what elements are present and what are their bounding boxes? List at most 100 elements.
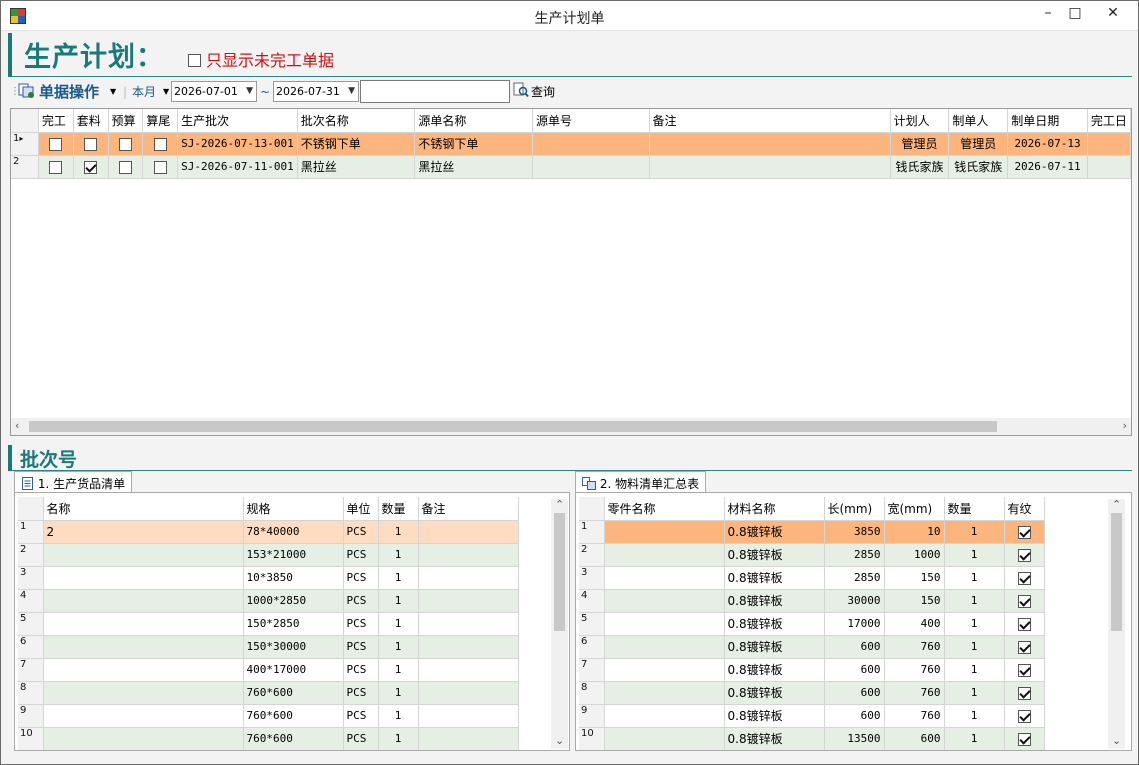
part-name-cell[interactable] [604, 727, 725, 750]
grain-cell[interactable] [1004, 658, 1045, 682]
width-cell[interactable]: 1000 [884, 543, 945, 567]
chevron-down-icon[interactable]: ▼ [348, 82, 355, 101]
part-name-cell[interactable] [604, 612, 725, 636]
unit-cell[interactable]: PCS [343, 681, 379, 705]
col-tail[interactable]: 算尾 [142, 109, 179, 133]
unit-cell[interactable]: PCS [343, 658, 379, 682]
remark-cell[interactable] [418, 635, 519, 659]
part-name-cell[interactable] [604, 681, 725, 705]
unit-cell[interactable]: PCS [343, 612, 379, 636]
table-row[interactable]: 7 400*17000 PCS 1 [18, 658, 519, 682]
col-width[interactable]: 宽(mm) [884, 497, 945, 521]
nest-cell[interactable] [73, 155, 109, 179]
grain-checkbox[interactable] [1017, 525, 1031, 539]
scroll-down-icon[interactable]: ⌄ [555, 734, 564, 747]
qty-cell[interactable]: 1 [378, 566, 419, 590]
table-row[interactable]: 4 1000*2850 PCS 1 [18, 589, 519, 613]
remark-cell[interactable] [649, 155, 891, 179]
name-cell[interactable] [43, 612, 244, 636]
qty-cell[interactable]: 1 [378, 589, 419, 613]
scroll-right-icon[interactable]: › [1123, 419, 1127, 432]
query-button[interactable]: 查询 [531, 80, 555, 104]
tail-checkbox[interactable] [153, 137, 167, 151]
done-checkbox[interactable] [49, 137, 63, 151]
material-name-cell[interactable]: 0.8镀锌板 [724, 727, 825, 750]
qty-cell[interactable]: 1 [378, 543, 419, 567]
material-name-cell[interactable]: 0.8镀锌板 [724, 635, 825, 659]
nest-checkbox[interactable] [84, 137, 98, 151]
col-planner[interactable]: 计划人 [890, 109, 950, 133]
budget-checkbox[interactable] [118, 137, 132, 151]
qty-cell[interactable]: 1 [378, 520, 419, 544]
table-row[interactable]: 8 0.8镀锌板 600 760 1 [579, 681, 1045, 705]
col-creator[interactable]: 制单人 [948, 109, 1009, 133]
name-cell[interactable] [43, 658, 244, 682]
material-name-cell[interactable]: 0.8镀锌板 [724, 589, 825, 613]
nest-checkbox[interactable] [84, 160, 98, 174]
scroll-left-icon[interactable]: ‹ [15, 419, 19, 432]
unit-cell[interactable]: PCS [343, 727, 379, 750]
remark-cell[interactable] [418, 612, 519, 636]
row-indicator[interactable]: 7 [18, 658, 44, 682]
spec-cell[interactable]: 153*21000 [243, 543, 344, 567]
grain-cell[interactable] [1004, 635, 1045, 659]
width-cell[interactable]: 760 [884, 704, 945, 728]
tail-cell[interactable] [142, 155, 179, 179]
col-batch-name[interactable]: 批次名称 [297, 109, 416, 133]
row-indicator[interactable]: 10 [579, 727, 605, 750]
grain-cell[interactable] [1004, 520, 1045, 544]
chevron-down-icon[interactable]: ▼ [246, 82, 253, 101]
table-row[interactable]: 5 0.8镀锌板 17000 400 1 [579, 612, 1045, 636]
source-name-cell[interactable]: 不锈钢下单 [414, 132, 533, 156]
spec-cell[interactable]: 1000*2850 [243, 589, 344, 613]
table-row[interactable]: 10 760*600 PCS 1 [18, 727, 519, 750]
col-nest[interactable]: 套料 [73, 109, 109, 133]
row-indicator[interactable]: 6 [18, 635, 44, 659]
part-name-cell[interactable] [604, 520, 725, 544]
length-cell[interactable]: 600 [824, 635, 885, 659]
query-icon[interactable] [513, 82, 529, 106]
part-name-cell[interactable] [604, 658, 725, 682]
tail-checkbox[interactable] [153, 160, 167, 174]
qty-cell[interactable]: 1 [944, 566, 1005, 590]
table-row[interactable]: 4 0.8镀锌板 30000 150 1 [579, 589, 1045, 613]
finish-date-cell[interactable] [1087, 155, 1131, 179]
width-cell[interactable]: 760 [884, 681, 945, 705]
planner-cell[interactable]: 钱氏家族 [890, 155, 950, 179]
date-from-picker[interactable]: 2026-07-01 ▼ [171, 81, 257, 102]
col-source-no[interactable]: 源单号 [532, 109, 650, 133]
scroll-thumb[interactable] [1111, 513, 1122, 631]
name-cell[interactable] [43, 635, 244, 659]
length-cell[interactable]: 2850 [824, 566, 885, 590]
width-cell[interactable]: 10 [884, 520, 945, 544]
col-spec[interactable]: 规格 [243, 497, 344, 521]
creator-cell[interactable]: 钱氏家族 [948, 155, 1009, 179]
col-budget[interactable]: 预算 [108, 109, 144, 133]
row-indicator[interactable]: 10 [18, 727, 44, 750]
remark-cell[interactable] [418, 727, 519, 750]
row-indicator[interactable]: 9 [579, 704, 605, 728]
remark-cell[interactable] [418, 681, 519, 705]
done-cell[interactable] [38, 155, 74, 179]
plan-grid[interactable]: 完工 套料 预算 算尾 生产批次 批次名称 源单名称 源单号 备注 计划人 制单… [10, 108, 1132, 436]
qty-cell[interactable]: 1 [944, 543, 1005, 567]
scroll-up-icon[interactable]: ⌃ [555, 498, 564, 511]
name-cell[interactable] [43, 727, 244, 750]
row-indicator[interactable]: 7 [579, 658, 605, 682]
maximize-button[interactable]: □ [1058, 1, 1092, 27]
qty-cell[interactable]: 1 [944, 727, 1005, 750]
scroll-thumb[interactable] [554, 513, 565, 631]
qty-cell[interactable]: 1 [944, 589, 1005, 613]
batch-name-cell[interactable]: 黑拉丝 [297, 155, 416, 179]
qty-cell[interactable]: 1 [944, 658, 1005, 682]
name-cell[interactable]: 2 [43, 520, 244, 544]
table-row[interactable]: 9 0.8镀锌板 600 760 1 [579, 704, 1045, 728]
grain-cell[interactable] [1004, 704, 1045, 728]
col-part-name[interactable]: 零件名称 [604, 497, 725, 521]
grain-cell[interactable] [1004, 566, 1045, 590]
width-cell[interactable]: 150 [884, 566, 945, 590]
col-remark[interactable]: 备注 [649, 109, 891, 133]
width-cell[interactable]: 760 [884, 658, 945, 682]
budget-checkbox[interactable] [118, 160, 132, 174]
source-name-cell[interactable]: 黑拉丝 [414, 155, 533, 179]
